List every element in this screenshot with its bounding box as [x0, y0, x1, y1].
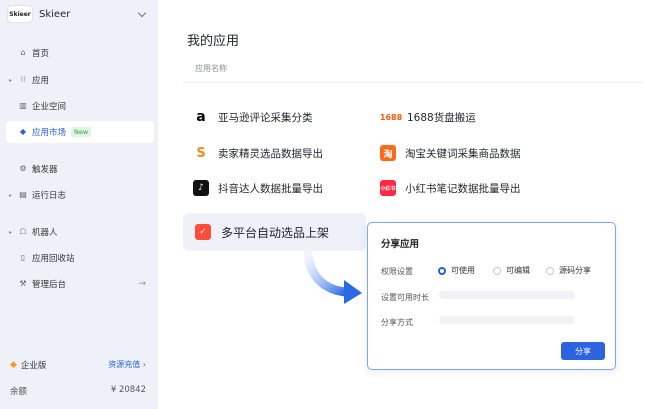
workspace-switcher[interactable]: Skieer Skieer: [8, 4, 156, 24]
sidebar-item-triggers[interactable]: ⚙ 触发器: [6, 158, 154, 180]
sidebar-item-label: 运行日志: [32, 191, 67, 201]
taobao-icon: 淘: [380, 145, 396, 161]
caret-right-icon[interactable]: ▸: [9, 77, 12, 84]
page-title: 我的应用: [187, 34, 240, 49]
share-button[interactable]: 分享: [561, 342, 605, 360]
recharge-link[interactable]: 资源充值 ›: [108, 359, 146, 370]
sidebar-item-run-logs[interactable]: ▸ ▤ 运行日志: [6, 184, 154, 206]
divider: [183, 82, 643, 83]
app-item-douyin[interactable]: ♪ 抖音达人数据批量导出: [193, 178, 323, 198]
permission-label: 权限设置: [381, 267, 413, 276]
sidebar: Skieer Skieer ⌂ 首页 ▸ ⁝⁝ 应用 ▥ 企业空间 ◆ 应用市场…: [0, 0, 158, 409]
radio-label: 可编辑: [506, 266, 530, 275]
share-app-panel: 分享应用 权限设置 可使用 可编辑 源码分享 设置可用时长 分享方式 分享: [367, 222, 616, 370]
sidebar-item-apps[interactable]: ▸ ⁝⁝ 应用: [6, 69, 154, 91]
app-item-1688[interactable]: 1688 1688货盘搬运: [380, 107, 476, 127]
sidebar-item-enterprise-space[interactable]: ▥ 企业空间: [6, 95, 154, 117]
sidebar-item-label: 应用: [32, 76, 50, 86]
chevron-down-icon: [137, 8, 147, 18]
brand-logo: Skieer: [8, 6, 32, 22]
share-method-label: 分享方式: [381, 318, 413, 327]
balance-value: ¥ 20842: [110, 385, 146, 395]
app-item-amazon[interactable]: a 亚马逊评论采集分类: [193, 107, 313, 127]
sidebar-item-label: 机器人: [32, 228, 58, 238]
radio-source-share[interactable]: 源码分享: [546, 265, 591, 276]
edition: ◆ 企业版: [10, 359, 46, 371]
app-item-multi-platform[interactable]: ✓ 多平台自动选品上架: [183, 213, 366, 251]
store-icon: ◆: [19, 127, 27, 136]
new-badge: New: [71, 127, 92, 137]
1688-icon: 1688: [379, 112, 403, 122]
radio-label: 可使用: [451, 266, 475, 275]
column-header: 应用名称: [195, 64, 227, 73]
douyin-icon: ♪: [193, 180, 209, 196]
duration-label: 设置可用时长: [381, 293, 429, 302]
home-icon: ⌂: [20, 48, 26, 57]
app-item-seller-sprite[interactable]: S 卖家精灵选品数据导出: [193, 143, 323, 163]
sidebar-item-robots[interactable]: ▸ ☖ 机器人: [6, 221, 154, 243]
brand-name: Skieer: [39, 8, 71, 20]
building-icon: ▥: [19, 101, 27, 110]
diamond-icon: ◆: [10, 360, 17, 370]
log-icon: ▤: [19, 190, 27, 199]
share-panel-title: 分享应用: [381, 239, 420, 250]
radio-can-use[interactable]: 可使用: [438, 265, 475, 276]
amazon-icon: a: [196, 109, 206, 125]
radio-label: 源码分享: [559, 266, 591, 275]
trash-icon: ▯: [20, 253, 26, 262]
grid-icon: ⁝⁝: [20, 75, 26, 84]
sidebar-item-label: 企业空间: [32, 102, 67, 112]
edition-label: 企业版: [20, 361, 47, 371]
xiaohongshu-icon: 小红书: [380, 180, 396, 196]
sidebar-item-label: 触发器: [32, 165, 58, 175]
radio-dot: [438, 266, 446, 275]
app-item-taobao[interactable]: 淘 淘宝关键词采集商品数据: [380, 143, 521, 163]
share-method-field[interactable]: [439, 316, 575, 324]
caret-right-icon[interactable]: ▸: [9, 192, 12, 199]
duration-field[interactable]: [439, 291, 575, 299]
settings-icon: ⚒: [19, 279, 27, 288]
recharge-label: 资源充值: [108, 360, 141, 369]
sidebar-item-recycle-bin[interactable]: ▯ 应用回收站: [6, 247, 154, 269]
sidebar-item-home[interactable]: ⌂ 首页: [6, 42, 154, 64]
trigger-icon: ⚙: [19, 164, 27, 173]
sidebar-item-admin[interactable]: ⚒ 管理后台 →: [6, 273, 154, 295]
arrow-right-icon: →: [138, 279, 146, 289]
app-name: 抖音达人数据批量导出: [218, 182, 323, 195]
sidebar-item-label: 应用市场: [32, 128, 67, 138]
sidebar-item-label: 应用回收站: [32, 254, 75, 264]
multi-platform-icon: ✓: [195, 224, 211, 240]
seller-sprite-icon: S: [196, 145, 206, 161]
app-name: 亚马逊评论采集分类: [218, 111, 313, 124]
radio-dot: [493, 266, 501, 275]
caret-right-icon[interactable]: ▸: [9, 229, 12, 236]
sidebar-item-app-market[interactable]: ◆ 应用市场 New: [6, 121, 154, 143]
balance-label: 余额: [10, 387, 28, 397]
app-name: 多平台自动选品上架: [221, 225, 330, 240]
app-item-xiaohongshu[interactable]: 小红书 小红书笔记数据批量导出: [380, 178, 521, 198]
app-name: 1688货盘搬运: [407, 111, 476, 124]
app-name: 小红书笔记数据批量导出: [405, 182, 521, 195]
enterprise-card: ◆ 企业版 资源充值 › 余额 ¥ 20842: [6, 349, 154, 405]
app-name: 淘宝关键词采集商品数据: [405, 147, 521, 160]
sidebar-item-label: 管理后台: [32, 280, 67, 290]
sidebar-item-label: 首页: [32, 49, 50, 59]
radio-dot: [546, 266, 554, 275]
app-name: 卖家精灵选品数据导出: [218, 147, 323, 160]
robot-icon: ☖: [19, 227, 27, 236]
radio-can-edit[interactable]: 可编辑: [493, 265, 530, 276]
curved-arrow-icon: [303, 250, 362, 304]
